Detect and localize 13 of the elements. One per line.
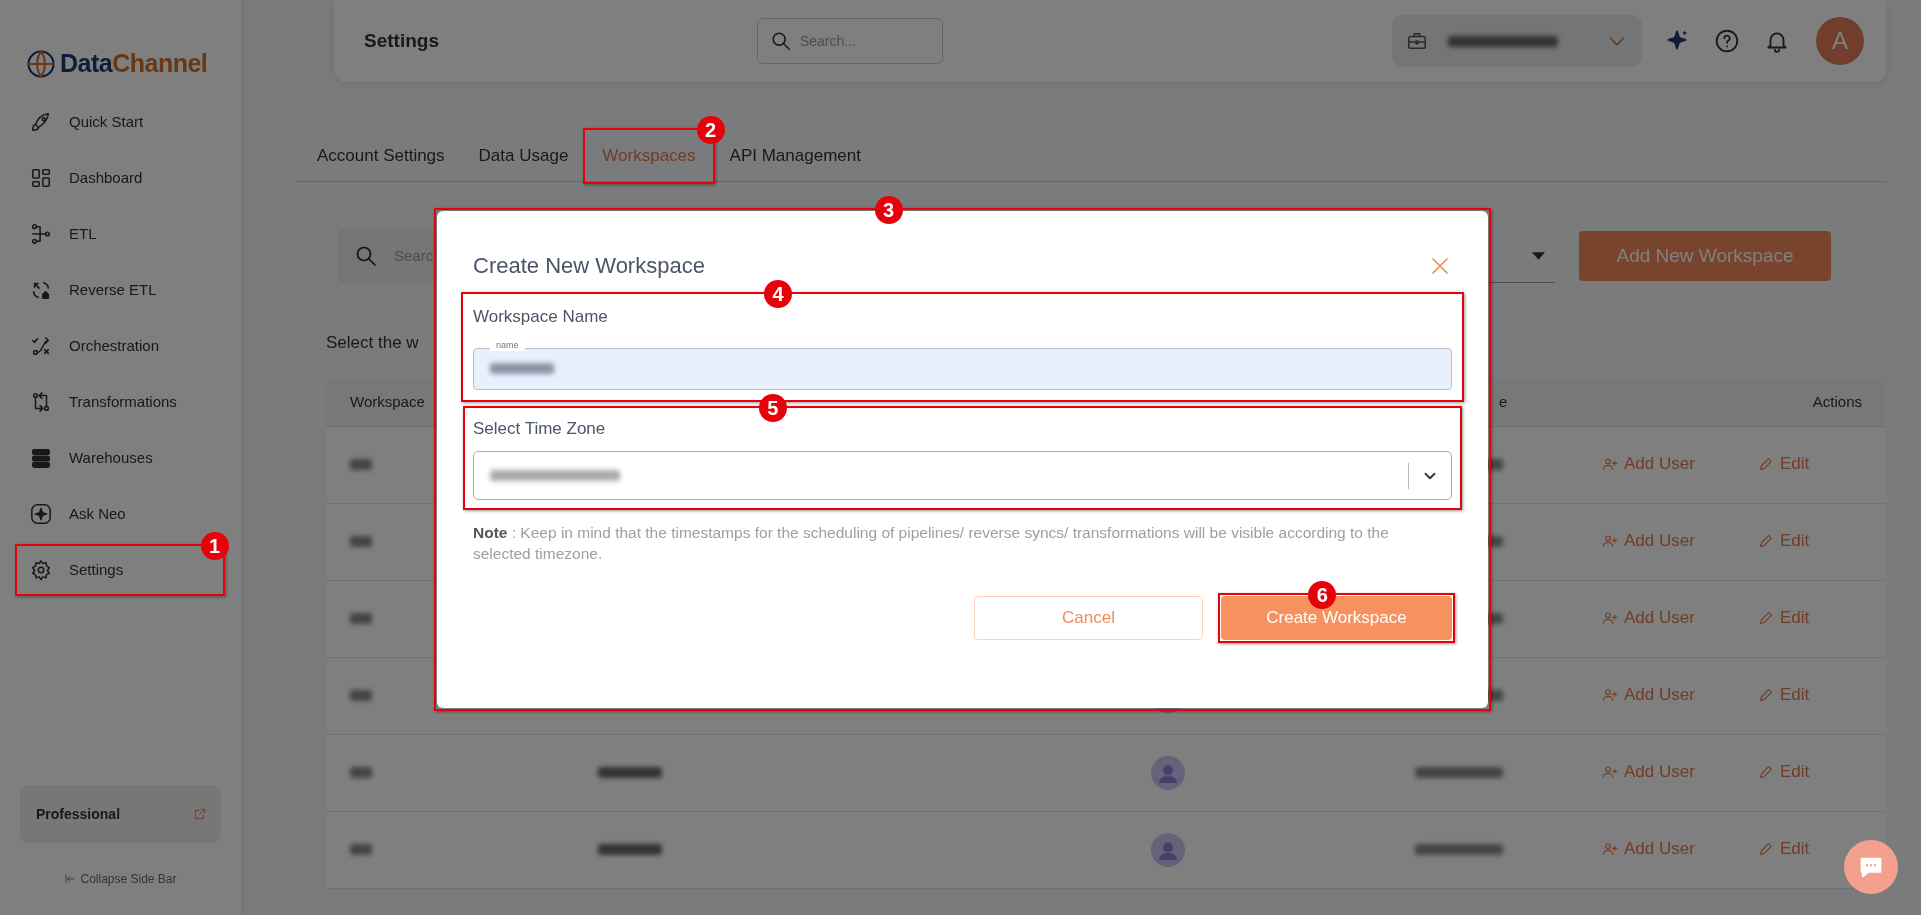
field-label: Workspace Name	[473, 306, 609, 328]
plan-name: Professional	[36, 804, 121, 824]
column-header: Workspace	[350, 391, 426, 412]
column-header: Actions	[1811, 391, 1863, 412]
field-label: Select Time Zone	[473, 417, 607, 440]
column-header: e	[1498, 391, 1509, 412]
note-text: Note : Keep in mind that the timestamps for the scheduling of pipelines/ reverse syncs/ transformations will be visible according to the selected timezone.	[473, 523, 1390, 564]
step-number-badge: 2	[696, 115, 725, 144]
logo-text: DataChannel	[60, 48, 208, 80]
step-number-badge: 3	[874, 196, 903, 224]
modal-title: Create New Workspace	[473, 252, 705, 280]
page-title: Settings	[364, 28, 439, 53]
intro-text: Select the w	[326, 333, 419, 353]
